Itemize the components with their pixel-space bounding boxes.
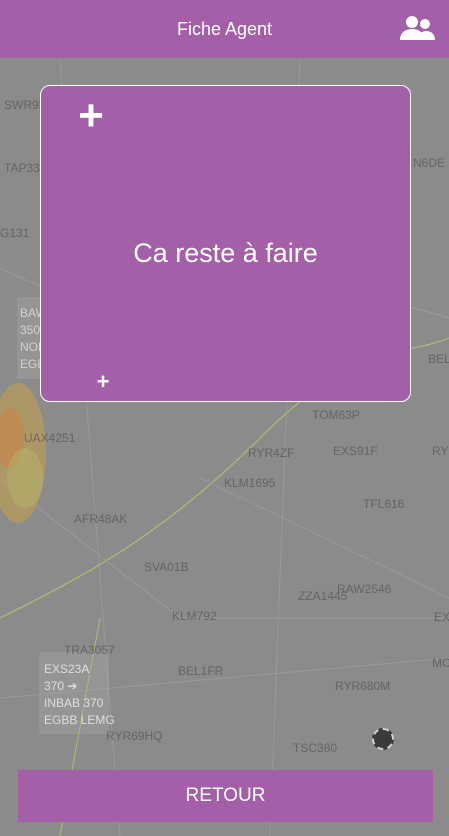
map-flight-label[interactable]: RYR680M (335, 679, 390, 693)
map-flight-label[interactable]: RAW2546 (337, 582, 391, 596)
add-large-icon[interactable]: + (71, 94, 111, 138)
map-flight-label[interactable]: KLM1695 (224, 476, 275, 490)
map-flight-label[interactable]: EX (434, 610, 449, 624)
map-flight-label[interactable]: RYR69HQ (106, 729, 162, 743)
map-flight-label[interactable]: KLM792 (172, 609, 217, 623)
card-title: Ca reste à faire (133, 238, 318, 268)
map-flight-label[interactable]: INBAB 370 (44, 696, 103, 710)
map-flight-label[interactable]: RYI (432, 444, 449, 458)
map-flight-label[interactable]: SVA01B (144, 560, 188, 574)
map-flight-label[interactable]: BEL (428, 352, 449, 366)
map-flight-label[interactable]: 370 ➔ (44, 679, 77, 693)
add-small-icon[interactable]: + (91, 370, 115, 394)
map-flight-label[interactable]: BEL1FR (178, 664, 223, 678)
map-flight-label[interactable]: UAX4251 (24, 431, 75, 445)
todo-card: + Ca reste à faire + (40, 85, 411, 402)
map-flight-label[interactable]: G131 (0, 226, 29, 240)
map-flight-label[interactable]: 350 (20, 323, 40, 337)
retour-button[interactable]: RETOUR (18, 770, 433, 822)
map-flight-label[interactable]: TOM63P (312, 408, 360, 422)
map-flight-label[interactable]: RYR4ZF (248, 446, 294, 460)
map-flight-label[interactable]: TRA3057 (64, 643, 115, 657)
map-flight-label[interactable]: EGBB LEMG (44, 713, 115, 727)
map-flight-label[interactable]: N6DE (413, 156, 445, 170)
map-flight-label[interactable]: EXS23A (44, 662, 89, 676)
map-flight-label[interactable]: TFL616 (363, 497, 404, 511)
users-icon[interactable] (399, 10, 437, 46)
map-flight-label[interactable]: EXS91F (333, 444, 378, 458)
page-title: Fiche Agent (176, 18, 273, 39)
map-flight-label[interactable]: TSC380 (293, 741, 337, 755)
map-flight-label[interactable]: AFR48AK (74, 512, 127, 526)
map-flight-label[interactable]: MC (432, 656, 449, 670)
app-header: Fiche Agent (0, 0, 449, 58)
map-location-marker[interactable] (372, 728, 394, 750)
